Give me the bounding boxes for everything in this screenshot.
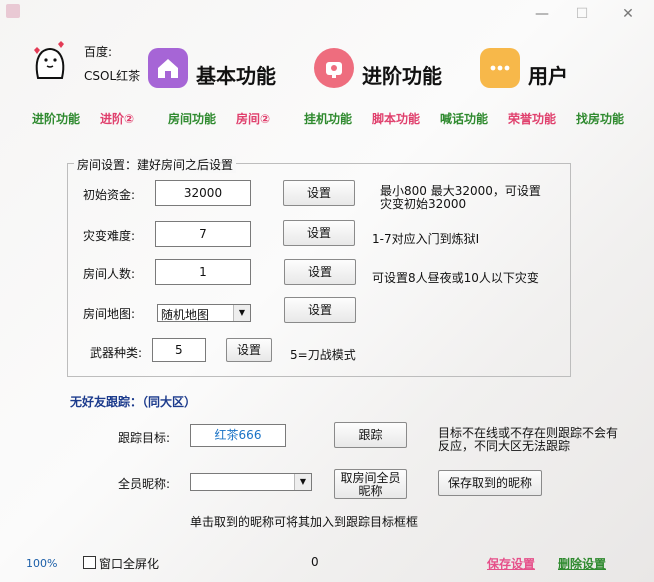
close-button[interactable]: ✕ (618, 4, 638, 24)
map-select-value: 随机地图 (161, 308, 210, 322)
chevron-down-icon: ▼ (233, 305, 250, 321)
map-label: 房间地图: (83, 307, 136, 321)
more-dots-icon (480, 48, 520, 88)
nav-script[interactable]: 脚本功能 (372, 110, 420, 127)
track-target-input[interactable]: 红茶666 (190, 424, 286, 447)
tab-user-label: 用户 (528, 64, 568, 88)
account-line2: CSOL红茶 (84, 69, 141, 83)
fullscreen-label[interactable]: 窗口全屏化 (99, 555, 159, 572)
weapon-set-button[interactable]: 设置 (226, 338, 272, 362)
nav-honor[interactable]: 荣誉功能 (508, 110, 556, 127)
app-icon (6, 4, 20, 18)
funds-input[interactable]: 32000 (155, 180, 251, 206)
map-select[interactable]: 随机地图 ▼ (157, 304, 251, 322)
weapon-label: 武器种类: (90, 346, 143, 360)
nick-label: 全员昵称: (118, 477, 171, 491)
camera-icon (314, 48, 354, 88)
players-set-button[interactable]: 设置 (284, 259, 356, 285)
save-settings-link[interactable]: 保存设置 (487, 555, 535, 572)
funds-set-button[interactable]: 设置 (283, 180, 355, 206)
track-note-2: 反应，不同大区无法跟踪 (438, 439, 571, 453)
players-label: 房间人数: (83, 267, 136, 281)
funds-note-2: 灾变初始32000 (380, 197, 467, 211)
status-counter: 0 (311, 555, 319, 569)
delete-settings-link[interactable]: 删除设置 (558, 555, 606, 572)
home-icon (148, 48, 188, 88)
track-button[interactable]: 跟踪 (334, 422, 407, 448)
chevron-down-icon: ▼ (294, 474, 311, 490)
players-note: 可设置8人昼夜或10人以下灾变 (372, 271, 539, 285)
difficulty-set-button[interactable]: 设置 (283, 220, 355, 246)
weapon-note: 5=刀战模式 (290, 348, 356, 362)
account-line1: 百度: (84, 45, 113, 59)
difficulty-note: 1-7对应入门到炼狱I (372, 232, 480, 246)
minimize-button[interactable]: — (532, 4, 552, 24)
tab-basic-label: 基本功能 (196, 64, 276, 88)
room-settings-title: 房间设置：建好房间之后设置 (74, 156, 237, 173)
track-title: 无好友跟踪：（同大区） (70, 395, 197, 409)
nav-afk[interactable]: 挂机功能 (304, 110, 352, 127)
nav-advanced[interactable]: 进阶功能 (32, 110, 80, 127)
nav-advanced-2[interactable]: 进阶② (100, 110, 134, 127)
nav-room[interactable]: 房间功能 (168, 110, 216, 127)
difficulty-label: 灾变难度: (83, 229, 136, 243)
fullscreen-checkbox[interactable] (83, 556, 96, 569)
zoom-level: 100% (26, 557, 58, 570)
weapon-input[interactable]: 5 (152, 338, 206, 362)
nav-find-room[interactable]: 找房功能 (576, 110, 624, 127)
fetch-nicknames-button[interactable]: 取房间全员 昵称 (334, 469, 407, 499)
nick-select[interactable]: ▼ (190, 473, 312, 491)
track-hint: 单击取到的昵称可将其加入到跟踪目标框框 (190, 515, 419, 529)
avatar (28, 40, 72, 82)
track-target-label: 跟踪目标: (118, 431, 171, 445)
maximize-button[interactable]: ☐ (572, 4, 592, 24)
nav-shout[interactable]: 喊话功能 (440, 110, 488, 127)
nav-room-2[interactable]: 房间② (236, 110, 270, 127)
save-nicknames-button[interactable]: 保存取到的昵称 (438, 470, 542, 496)
map-set-button[interactable]: 设置 (284, 297, 356, 323)
players-input[interactable]: 1 (155, 259, 251, 285)
fetch-nicknames-line2: 昵称 (358, 484, 383, 498)
funds-label: 初始资金: (83, 188, 136, 202)
tab-advanced-label: 进阶功能 (362, 64, 442, 88)
difficulty-input[interactable]: 7 (155, 221, 251, 247)
